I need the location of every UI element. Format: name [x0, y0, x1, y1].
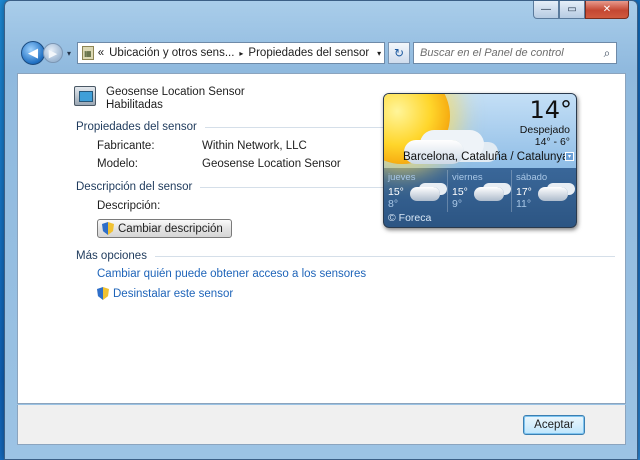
- uac-shield-icon: [97, 287, 109, 300]
- sensor-state: Habilitadas: [106, 99, 163, 111]
- section-more-options: Más opciones: [76, 250, 615, 262]
- forecast-day-name: sábado: [516, 172, 548, 183]
- cloudy-icon: [474, 187, 504, 201]
- current-condition: Despejado: [519, 124, 570, 136]
- section-divider: [204, 126, 405, 128]
- ok-button[interactable]: Aceptar: [523, 415, 585, 435]
- forecast-day-name: jueves: [388, 172, 416, 183]
- manufacturer-label: Fabricante:: [97, 140, 155, 152]
- cloudy-icon: [410, 187, 440, 201]
- uninstall-sensor-link[interactable]: Desinstalar este sensor: [97, 287, 233, 300]
- forecast-high: 17°: [516, 186, 532, 198]
- caption-buttons: — ▭ ✕: [533, 1, 629, 19]
- weather-city: Barcelona, Cataluña / Catalunya: [403, 151, 569, 163]
- description-label: Descripción:: [97, 200, 161, 212]
- model-value: Geosense Location Sensor: [202, 158, 341, 170]
- navigation-bar: ◀ ▶ ▾ ▦ « Ubicación y otros sens... ▸ Pr…: [21, 41, 621, 65]
- forecast-low: 11°: [516, 198, 532, 210]
- cloudy-icon: [538, 187, 568, 201]
- temperature-range: 14° - 6°: [534, 136, 570, 148]
- uninstall-sensor-label: Desinstalar este sensor: [113, 287, 234, 300]
- weather-sky: 14° Despejado 14° - 6° Barcelona, Catalu…: [384, 94, 576, 168]
- sensor-device-icon: [74, 86, 96, 106]
- sensor-properties-window: — ▭ ✕ ◀ ▶ ▾ ▦ « Ubicación y otros sens..…: [4, 0, 638, 460]
- section-properties: Propiedades del sensor: [76, 121, 405, 133]
- manufacturer-value: Within Network, LLC: [202, 140, 307, 152]
- section-description: Descripción del sensor: [76, 181, 401, 193]
- section-properties-title: Propiedades del sensor: [76, 121, 197, 133]
- forecast-day: viernes 15° 9°: [448, 170, 512, 212]
- forward-button[interactable]: ▶: [43, 43, 63, 63]
- weather-options-icon[interactable]: ▾: [565, 152, 574, 161]
- section-description-title: Descripción del sensor: [76, 181, 193, 193]
- address-dropdown-icon[interactable]: ▾: [374, 49, 384, 58]
- content-pane: Geosense Location Sensor Habilitadas Pro…: [17, 73, 626, 404]
- section-divider: [200, 186, 401, 188]
- recent-pages-dropdown[interactable]: ▾: [63, 49, 75, 58]
- search-box[interactable]: ⌕: [413, 42, 617, 64]
- address-bar[interactable]: ▦ « Ubicación y otros sens... ▸ Propieda…: [77, 42, 385, 64]
- forecast-high: 15°: [452, 186, 468, 198]
- section-divider: [154, 255, 615, 257]
- section-more-options-title: Más opciones: [76, 250, 147, 262]
- control-panel-icon: ▦: [82, 46, 94, 60]
- change-sensor-access-link[interactable]: Cambiar quién puede obtener acceso a los…: [97, 268, 366, 280]
- forecast-low: 8°: [388, 198, 399, 210]
- forecast-day: sábado 17° 11°: [512, 170, 576, 212]
- search-input[interactable]: [420, 47, 598, 59]
- sensor-name: Geosense Location Sensor: [106, 86, 245, 98]
- change-description-label: Cambiar descripción: [118, 222, 223, 235]
- change-description-button[interactable]: Cambiar descripción: [97, 219, 232, 238]
- forecast-days: jueves 15° 8° viernes 15° 9° sábado 17° …: [384, 170, 576, 212]
- breadcrumb-separator-icon[interactable]: ▸: [239, 49, 243, 58]
- breadcrumb-location[interactable]: Ubicación y otros sens...: [109, 47, 234, 59]
- back-button[interactable]: ◀: [21, 41, 45, 65]
- close-button[interactable]: ✕: [585, 1, 629, 19]
- model-label: Modelo:: [97, 158, 138, 170]
- breadcrumb-sensor-properties[interactable]: Propiedades del sensor: [248, 47, 369, 59]
- weather-gadget[interactable]: 14° Despejado 14° - 6° Barcelona, Catalu…: [383, 93, 577, 228]
- maximize-button[interactable]: ▭: [559, 1, 585, 19]
- current-temperature: 14°: [529, 96, 572, 124]
- uac-shield-icon: [102, 222, 114, 235]
- dialog-footer: Aceptar: [17, 405, 626, 445]
- weather-provider-link[interactable]: © Foreca: [388, 212, 431, 224]
- forecast-low: 9°: [452, 198, 463, 210]
- forecast-high: 15°: [388, 186, 404, 198]
- minimize-button[interactable]: —: [533, 1, 559, 19]
- address-overflow[interactable]: «: [98, 47, 104, 59]
- search-icon[interactable]: ⌕: [598, 46, 616, 61]
- forecast-day: jueves 15° 8°: [384, 170, 448, 212]
- forecast-day-name: viernes: [452, 172, 483, 183]
- refresh-button[interactable]: ↻: [388, 42, 410, 64]
